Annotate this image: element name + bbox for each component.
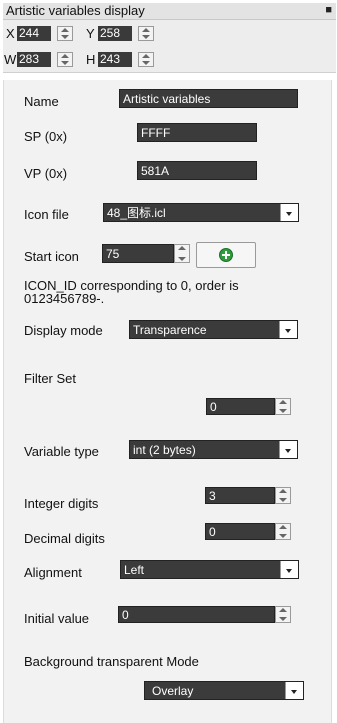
icon-file-select[interactable]: 48_图标.icl (103, 203, 299, 222)
name-label: Name (24, 94, 59, 109)
y-stepper[interactable] (138, 26, 154, 41)
sp-input[interactable]: FFFF (137, 123, 257, 142)
alignment-value: Left (124, 563, 145, 577)
display-mode-label: Display mode (24, 323, 103, 338)
x-label: X (6, 26, 15, 41)
sp-label: SP (0x) (24, 129, 68, 144)
panel-titlebar: Artistic variables display ■ (3, 3, 336, 20)
integer-digits-label: Integer digits (24, 496, 99, 511)
filter-set-stepper[interactable] (275, 398, 291, 415)
display-mode-value: Transparence (133, 323, 207, 337)
icon-id-note: ICON_ID corresponding to 0, order is 012… (24, 278, 239, 306)
integer-digits-input[interactable]: 3 (205, 487, 275, 504)
h-stepper[interactable] (138, 52, 154, 67)
start-icon-label: Start icon (24, 249, 79, 264)
chevron-down-icon[interactable] (279, 321, 297, 338)
alignment-label: Alignment (24, 565, 82, 580)
start-icon-input[interactable]: 75 (102, 244, 174, 263)
decimal-digits-label: Decimal digits (24, 531, 105, 546)
chevron-down-icon[interactable] (280, 561, 298, 578)
background-mode-value: Overlay (152, 684, 194, 698)
y-input[interactable]: 258 (98, 26, 132, 41)
icon-file-value: 48_图标.icl (107, 206, 166, 220)
w-label: W (4, 52, 17, 67)
initial-value-input[interactable]: 0 (118, 606, 275, 623)
decimal-digits-stepper[interactable] (275, 523, 291, 540)
vp-input[interactable]: 581A (137, 161, 257, 180)
variable-type-value: int (2 bytes) (133, 443, 196, 457)
icon-file-label: Icon file (24, 207, 69, 222)
chevron-down-icon[interactable] (279, 441, 297, 458)
w-input[interactable]: 283 (17, 52, 51, 67)
pin-icon[interactable]: ■ (325, 3, 332, 17)
h-label: H (86, 52, 96, 67)
chevron-down-icon[interactable] (285, 682, 303, 699)
geometry-section: X 244 Y 258 W 283 H 243 (3, 20, 336, 73)
variable-type-select[interactable]: int (2 bytes) (129, 440, 298, 459)
y-label: Y (86, 26, 95, 41)
name-input[interactable]: Artistic variables (119, 89, 298, 108)
initial-value-label: Initial value (24, 611, 90, 626)
alignment-select[interactable]: Left (120, 560, 299, 579)
x-stepper[interactable] (57, 26, 73, 41)
h-input[interactable]: 243 (98, 52, 132, 67)
initial-value-stepper[interactable] (275, 606, 291, 623)
properties-panel: Name Artistic variables SP (0x) FFFF VP … (3, 80, 332, 723)
add-icon-button[interactable] (196, 242, 256, 268)
filter-set-input[interactable]: 0 (206, 398, 275, 415)
x-input[interactable]: 244 (17, 26, 51, 41)
panel-title: Artistic variables display (6, 3, 145, 18)
background-mode-label: Background transparent Mode (24, 654, 199, 669)
plus-circle-icon (219, 248, 233, 262)
chevron-down-icon[interactable] (280, 204, 298, 221)
w-stepper[interactable] (57, 52, 73, 67)
display-mode-select[interactable]: Transparence (129, 320, 298, 339)
vp-label: VP (0x) (24, 166, 68, 181)
variable-type-label: Variable type (24, 444, 99, 459)
decimal-digits-input[interactable]: 0 (205, 523, 275, 540)
integer-digits-stepper[interactable] (275, 487, 291, 504)
background-mode-select[interactable]: Overlay (144, 681, 304, 700)
start-icon-stepper[interactable] (174, 244, 190, 263)
filter-set-label: Filter Set (24, 371, 77, 386)
